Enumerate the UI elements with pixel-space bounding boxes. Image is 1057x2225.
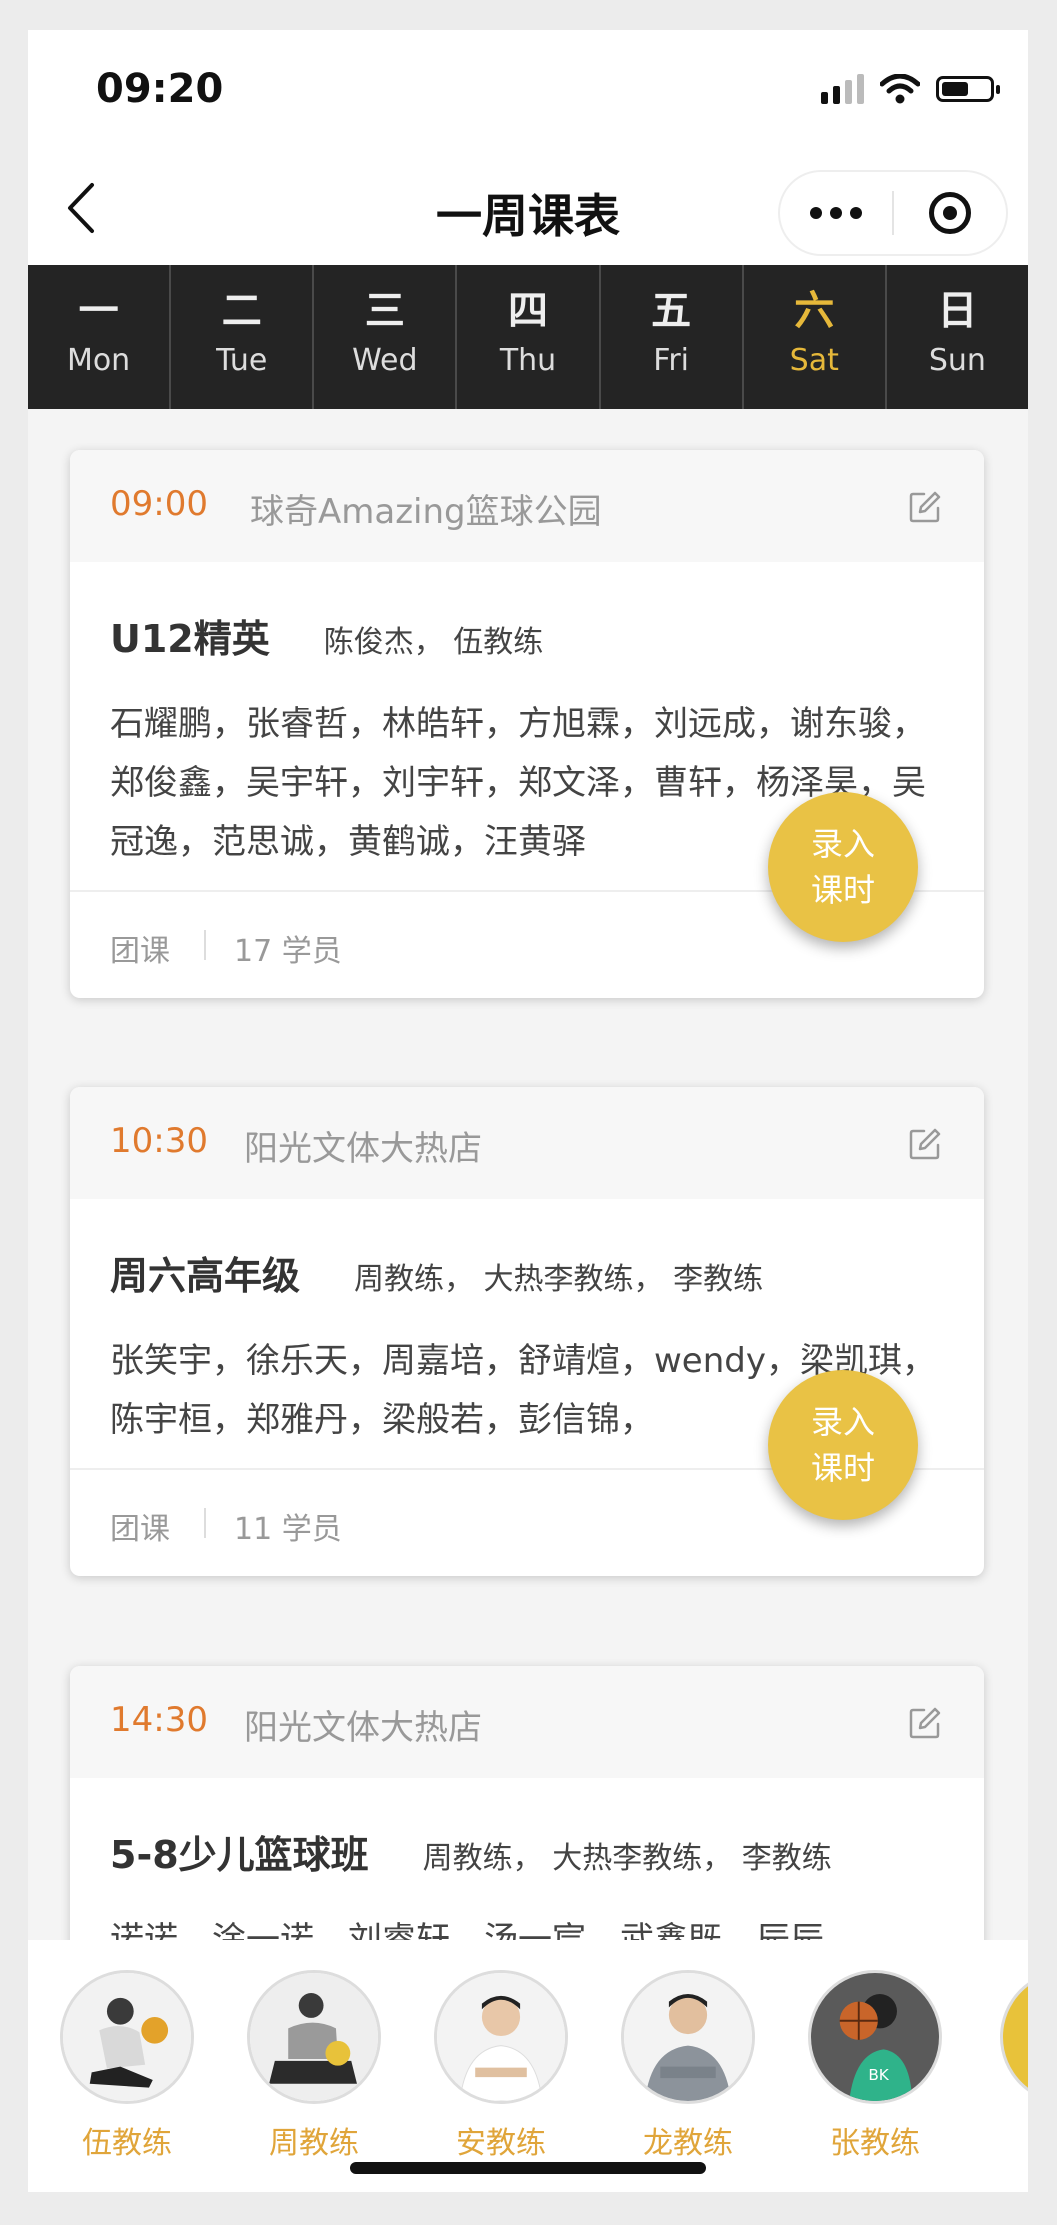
home-indicator bbox=[350, 2162, 706, 2174]
tab-tue[interactable]: 二 Tue bbox=[171, 265, 315, 409]
coach-tab[interactable]: 安教练 bbox=[431, 1970, 571, 2162]
class-name: 周六高年级 bbox=[110, 1254, 301, 1298]
coach-tab[interactable]: 伍教练 bbox=[57, 1970, 197, 2162]
signal-icon bbox=[821, 74, 864, 104]
class-coaches: 周教练， 大热李教练， 李教练 bbox=[422, 1841, 832, 1876]
class-location: 球奇Amazing篮球公园 bbox=[250, 492, 602, 532]
card-header: 14:30 阳光文体大热店 bbox=[70, 1666, 984, 1778]
class-name: 5-8少儿篮球班 bbox=[110, 1833, 369, 1877]
class-coaches: 陈俊杰， 伍教练 bbox=[323, 625, 544, 660]
card-body: 5-8少儿篮球班 周教练， 大热李教练， 李教练 诺诺，涂一诺，刘睿轩，汤一宸，… bbox=[70, 1778, 984, 1966]
coach-avatar bbox=[434, 1970, 568, 2104]
coach-avatar bbox=[60, 1970, 194, 2104]
coach-tab[interactable]: 周教练 bbox=[244, 1970, 384, 2162]
student-count: 17 学员 bbox=[234, 934, 342, 969]
coach-tab[interactable]: BK 张教练 bbox=[805, 1970, 945, 2162]
svg-text:BK: BK bbox=[868, 2066, 889, 2084]
tab-mon[interactable]: 一 Mon bbox=[28, 265, 172, 409]
capsule-menu bbox=[778, 170, 1008, 256]
record-hours-button[interactable]: 录入 课时 bbox=[768, 792, 918, 942]
wifi-icon bbox=[880, 74, 920, 104]
phone-screen: 09:20 一周课表 一 Mon 二 Tue 三 Wed 四 Thu 五Fri … bbox=[28, 30, 1028, 2192]
coach-avatar-partial[interactable] bbox=[1000, 1970, 1028, 2104]
edit-icon[interactable] bbox=[908, 1127, 942, 1161]
class-location: 阳光文体大热店 bbox=[244, 1129, 482, 1169]
footer-divider bbox=[204, 1508, 206, 1538]
coach-tab[interactable]: 龙教练 bbox=[618, 1970, 758, 2162]
class-coaches: 周教练， 大热李教练， 李教练 bbox=[354, 1262, 764, 1297]
week-tabs: 一 Mon 二 Tue 三 Wed 四 Thu 五 Fri 六 Sat 日 Sun bbox=[28, 265, 1028, 409]
class-type: 团课 bbox=[110, 934, 170, 969]
tab-wed[interactable]: 三 Wed bbox=[314, 265, 458, 409]
class-time: 09:00 bbox=[110, 484, 208, 524]
coach-avatar bbox=[621, 1970, 755, 2104]
class-name: U12精英 bbox=[110, 617, 270, 661]
tab-fri[interactable]: 五 Fri bbox=[601, 265, 744, 409]
close-target-icon[interactable] bbox=[894, 192, 1006, 234]
status-bar: 09:20 bbox=[28, 30, 1028, 150]
coach-avatar bbox=[247, 1970, 381, 2104]
status-time: 09:20 bbox=[96, 66, 224, 112]
class-card[interactable]: 14:30 阳光文体大热店 5-8少儿篮球班 周教练， 大热李教练， 李教练 诺… bbox=[70, 1666, 984, 1966]
tab-thu[interactable]: 四 Thu bbox=[457, 265, 601, 409]
class-time: 14:30 bbox=[110, 1700, 208, 1740]
tab-sun[interactable]: 日 Sun bbox=[887, 265, 1028, 409]
coach-avatar: BK bbox=[808, 1970, 942, 2104]
battery-icon bbox=[936, 76, 1000, 102]
student-count: 11 学员 bbox=[234, 1512, 342, 1547]
tab-sat[interactable]: 六 Sat bbox=[744, 265, 887, 409]
status-icons bbox=[821, 74, 1000, 104]
edit-icon[interactable] bbox=[908, 1706, 942, 1740]
card-header: 10:30 阳光文体大热店 bbox=[70, 1087, 984, 1199]
more-icon[interactable] bbox=[780, 207, 892, 219]
card-header: 09:00 球奇Amazing篮球公园 bbox=[70, 450, 984, 562]
nav-bar: 一周课表 bbox=[28, 150, 1028, 265]
class-location: 阳光文体大热店 bbox=[244, 1708, 482, 1748]
edit-icon[interactable] bbox=[908, 490, 942, 524]
record-hours-button[interactable]: 录入 课时 bbox=[768, 1370, 918, 1520]
footer-divider bbox=[204, 930, 206, 960]
class-type: 团课 bbox=[110, 1512, 170, 1547]
coach-tabbar: 伍教练 周教练 安教练 龙教练 BK 张教练 bbox=[28, 1940, 1028, 2192]
class-time: 10:30 bbox=[110, 1121, 208, 1161]
